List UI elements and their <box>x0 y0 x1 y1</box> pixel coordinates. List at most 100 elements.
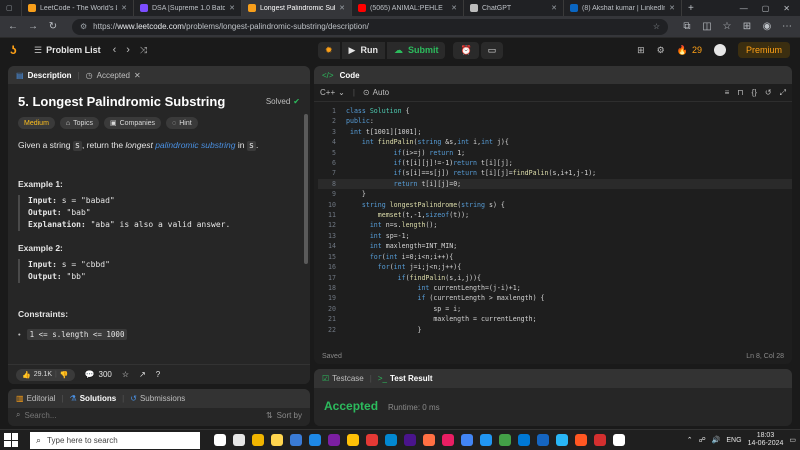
avatar[interactable] <box>713 44 726 56</box>
chrome-icon[interactable] <box>461 434 473 446</box>
taskbar-search[interactable]: ⌕ Type here to search <box>30 431 200 449</box>
windows-start-icon[interactable] <box>4 433 18 447</box>
debug-button[interactable]: ✹ <box>318 41 340 59</box>
browser-tab[interactable]: (8) Akshat kumar | LinkedIn ✕ <box>564 0 682 16</box>
vscode-icon[interactable] <box>518 434 530 446</box>
profile-icon[interactable]: ◉ <box>760 21 774 32</box>
submit-button[interactable]: ☁ Submit <box>386 41 446 59</box>
new-tab-button[interactable]: + <box>682 0 700 16</box>
favorites-icon[interactable]: ☆ <box>720 21 734 32</box>
thumbs-down-icon[interactable]: 👎 <box>60 371 69 379</box>
store-icon[interactable] <box>290 434 302 446</box>
close-tab-icon[interactable]: ✕ <box>229 4 235 12</box>
maximize-icon[interactable]: ▢ <box>762 4 770 13</box>
sidebar-icon[interactable]: ◫ <box>700 21 714 32</box>
tab-test-result[interactable]: >_ Test Result <box>378 374 433 383</box>
tab-description[interactable]: ▤ Description <box>16 71 72 80</box>
spotify-icon[interactable] <box>499 434 511 446</box>
tab-actions-icon[interactable]: ▢ <box>0 0 22 16</box>
extensions-icon[interactable]: ⧉ <box>680 21 694 32</box>
forward-icon[interactable]: → <box>26 21 40 32</box>
companies-chip[interactable]: ▣ Companies <box>103 117 162 129</box>
minimize-icon[interactable]: — <box>740 4 748 13</box>
bookmark-icon[interactable]: ⊓ <box>737 88 743 98</box>
network-icon[interactable]: ☍ <box>699 436 706 444</box>
task-view-icon[interactable] <box>214 434 226 446</box>
sticky-notes-icon[interactable] <box>271 434 283 446</box>
mail-icon[interactable] <box>309 434 321 446</box>
settings-icon[interactable]: ⚙ <box>657 45 665 56</box>
browser-tab[interactable]: Longest Palindromic Subst ✕ <box>242 0 352 16</box>
volume-icon[interactable]: 🔊 <box>712 436 721 444</box>
favorite-star-icon[interactable]: ☆ <box>122 370 129 379</box>
tab-solutions[interactable]: ⚗ Solutions <box>70 394 117 403</box>
language-indicator[interactable]: ENG <box>726 437 741 444</box>
close-tab-icon[interactable]: ✕ <box>669 4 675 12</box>
site-info-icon[interactable]: ⚙ <box>80 22 87 31</box>
language-select[interactable]: C++ ⌄ <box>320 88 345 97</box>
calendar-icon[interactable] <box>480 434 492 446</box>
run-button[interactable]: ▶ Run <box>341 41 385 59</box>
notifications-icon[interactable]: ▭ <box>789 436 796 444</box>
browser-tab[interactable]: ChatGPT ✕ <box>464 0 564 16</box>
tab-submissions[interactable]: ↺ Submissions <box>130 394 185 403</box>
dreamweaver-icon[interactable] <box>442 434 454 446</box>
topics-chip[interactable]: ⌂ Topics <box>59 117 99 129</box>
streak-counter[interactable]: 🔥 29 <box>677 45 702 56</box>
telegram-icon[interactable] <box>556 434 568 446</box>
prev-problem-icon[interactable]: ‹ <box>113 44 117 56</box>
notes-button[interactable]: ▭ <box>480 41 504 59</box>
close-tab-icon[interactable]: ✕ <box>339 4 345 12</box>
sort-button[interactable]: ⇅ Sort by <box>266 411 302 420</box>
help-icon[interactable]: ? <box>156 370 160 379</box>
back-icon[interactable]: ← <box>6 21 20 32</box>
blender-icon[interactable] <box>423 434 435 446</box>
file-explorer-icon[interactable] <box>252 434 264 446</box>
intellij-icon[interactable] <box>404 434 416 446</box>
vscode-icon[interactable] <box>328 434 340 446</box>
timer-button[interactable]: ⏰ <box>453 41 479 59</box>
hint-chip[interactable]: ◌ Hint <box>166 117 198 129</box>
collections-icon[interactable]: ⊞ <box>740 21 754 32</box>
code-editor[interactable]: 1 class Solution {2 public: 3 int t[1001][1… <box>314 102 792 346</box>
close-tab-icon[interactable]: ✕ <box>551 4 557 12</box>
url-field[interactable]: ⚙ https://www.leetcode.com/problems/long… <box>72 18 668 35</box>
format-icon[interactable]: ≡ <box>725 88 730 98</box>
browser-tab[interactable]: LeetCode - The World's Le ✕ <box>22 0 134 16</box>
tab-editorial[interactable]: ▥ Editorial <box>16 394 55 403</box>
scrollbar[interactable] <box>304 114 308 264</box>
next-problem-icon[interactable]: › <box>126 44 130 56</box>
palindromic-substring-link[interactable]: palindromic substring <box>153 140 235 150</box>
braces-icon[interactable]: {} <box>752 88 757 98</box>
files-icon[interactable] <box>347 434 359 446</box>
leetcode-logo-icon[interactable]: ʖ <box>10 43 28 57</box>
close-tab-icon[interactable]: ✕ <box>134 71 141 80</box>
widgets-icon[interactable] <box>233 434 245 446</box>
close-window-icon[interactable]: ✕ <box>783 4 790 13</box>
shuffle-icon[interactable]: ⤨ <box>140 45 147 56</box>
solutions-search-input[interactable] <box>24 410 175 420</box>
browser-tab[interactable]: DSA [Supreme 1.0 Batch] ✕ <box>134 0 242 16</box>
office-icon[interactable] <box>366 434 378 446</box>
like-button[interactable]: 👍 29.1K | 👎 <box>16 368 75 381</box>
problem-list-button[interactable]: ☰ Problem List <box>34 45 101 56</box>
autocomplete-toggle[interactable]: ⊙ Auto <box>363 88 389 97</box>
browser-tab[interactable]: (5065) ANIMAL:PEHLE ✕ <box>352 0 464 16</box>
comments-button[interactable]: 💬 300 <box>85 370 112 379</box>
clock[interactable]: 18:03 14-06-2024 <box>748 432 784 448</box>
tab-testcase[interactable]: ☑ Testcase <box>322 374 364 383</box>
reset-icon[interactable]: ↺ <box>765 88 772 98</box>
brave-icon[interactable] <box>575 434 587 446</box>
share-icon[interactable]: ↗ <box>139 370 146 379</box>
app-icon[interactable] <box>537 434 549 446</box>
reload-icon[interactable]: ↻ <box>46 21 60 32</box>
close-tab-icon[interactable]: ✕ <box>451 4 457 12</box>
tab-accepted[interactable]: ◷ Accepted ✕ <box>86 71 141 80</box>
close-tab-icon[interactable]: ✕ <box>121 4 127 12</box>
layout-icon[interactable]: ⊞ <box>637 45 645 56</box>
app-icon[interactable] <box>594 434 606 446</box>
menu-icon[interactable]: ⋯ <box>780 21 794 32</box>
edge-icon[interactable] <box>385 434 397 446</box>
app-icon[interactable] <box>613 434 625 446</box>
fullscreen-icon[interactable]: ⤢ <box>780 88 786 98</box>
